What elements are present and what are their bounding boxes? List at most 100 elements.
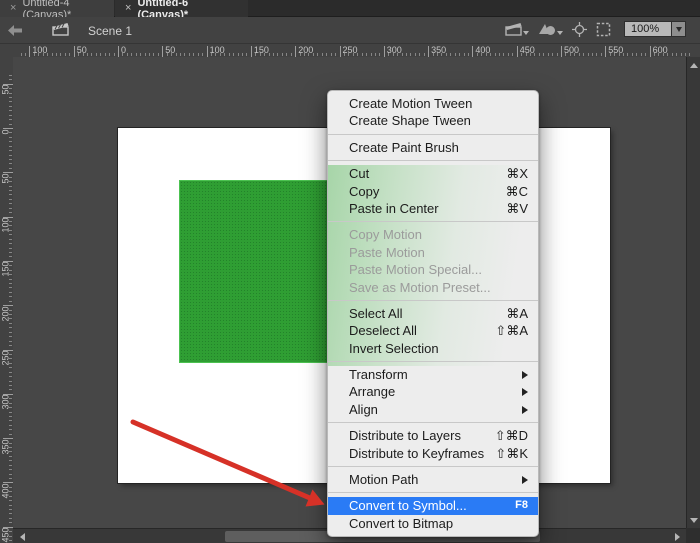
menu-item-invert-selection[interactable]: Invert Selection <box>328 340 538 357</box>
zoom-dropdown-button[interactable] <box>672 21 686 37</box>
edit-scene-button[interactable] <box>505 22 529 36</box>
tab-untitled-6[interactable]: × Untitled-6 (Canvas)* <box>115 0 248 17</box>
menu-item-label: Cut <box>349 165 369 182</box>
ruler-minor-tick <box>269 53 270 56</box>
ruler-minor-tick <box>69 53 70 56</box>
ruler-minor-tick <box>9 505 12 506</box>
ruler-minor-tick <box>9 141 12 142</box>
ruler-minor-tick <box>446 53 447 56</box>
ruler-minor-tick <box>459 53 460 56</box>
ruler-minor-tick <box>9 88 12 89</box>
ruler-minor-tick <box>43 53 44 56</box>
ruler-minor-tick <box>9 327 12 328</box>
ruler-minor-tick <box>9 447 12 448</box>
tab-untitled-4[interactable]: × Untitled-4 (Canvas)* <box>0 0 114 17</box>
edit-symbols-button[interactable] <box>538 22 563 36</box>
ruler-minor-tick <box>9 443 12 444</box>
ruler-tick <box>295 46 296 57</box>
menu-item-label: Motion Path <box>349 471 418 488</box>
ruler-minor-tick <box>534 53 535 56</box>
menu-item-arrange[interactable]: Arrange <box>328 383 538 400</box>
menu-item-convert-to-symbol[interactable]: Convert to Symbol...F8 <box>328 497 538 514</box>
ruler-minor-tick <box>477 53 478 56</box>
menu-item-label: Create Paint Brush <box>349 139 459 156</box>
ruler-minor-tick <box>348 53 349 56</box>
scroll-down-arrow-icon[interactable] <box>687 514 700 526</box>
scroll-left-arrow-icon[interactable] <box>15 529 29 543</box>
ruler-minor-tick <box>264 53 265 56</box>
ruler-minor-tick <box>570 53 571 56</box>
menu-item-label: Copy <box>349 183 379 200</box>
center-frame-icon[interactable] <box>572 22 587 37</box>
ruler-minor-tick <box>397 53 398 56</box>
ruler-minor-tick <box>238 53 239 56</box>
menu-item-create-motion-tween[interactable]: Create Motion Tween <box>328 95 538 112</box>
ruler-minor-tick <box>189 53 190 56</box>
scroll-right-arrow-icon[interactable] <box>670 529 684 543</box>
ruler-minor-tick <box>371 53 372 56</box>
ruler-minor-tick <box>9 292 12 293</box>
menu-item-label: Deselect All <box>349 322 417 339</box>
ruler-minor-tick <box>9 381 12 382</box>
menu-separator <box>328 492 538 493</box>
close-icon[interactable]: × <box>10 3 16 14</box>
ruler-minor-tick <box>38 53 39 56</box>
menu-item-copy[interactable]: Copy⌘C <box>328 183 538 200</box>
ruler-minor-tick <box>9 310 12 311</box>
ruler-minor-tick <box>21 53 22 56</box>
ruler-minor-tick <box>366 53 367 56</box>
menu-item-label: Paste Motion Special... <box>349 261 482 278</box>
ruler-minor-tick <box>9 234 12 235</box>
vertical-scrollbar[interactable] <box>686 57 700 528</box>
ruler-minor-tick <box>548 53 549 56</box>
menu-item-cut[interactable]: Cut⌘X <box>328 165 538 182</box>
ruler-minor-tick <box>9 93 12 94</box>
scene-name-label[interactable]: Scene 1 <box>88 24 132 38</box>
back-arrow-icon[interactable] <box>8 25 22 36</box>
ruler-minor-tick <box>9 367 12 368</box>
ruler-minor-tick <box>512 53 513 56</box>
ruler-tick <box>74 46 75 57</box>
ruler-minor-tick <box>158 53 159 56</box>
ruler-tick <box>207 46 208 57</box>
ruler-minor-tick <box>689 53 690 56</box>
scroll-up-arrow-icon[interactable] <box>687 59 700 71</box>
zoom-level-input[interactable]: 100% <box>624 21 672 37</box>
ruler-minor-tick <box>9 465 12 466</box>
menu-item-deselect-all[interactable]: Deselect All⇧⌘A <box>328 322 538 339</box>
menu-item-distribute-to-layers[interactable]: Distribute to Layers⇧⌘D <box>328 427 538 444</box>
ruler-minor-tick <box>441 53 442 56</box>
ruler-minor-tick <box>322 53 323 56</box>
ruler-minor-tick <box>308 53 309 56</box>
menu-separator <box>328 361 538 362</box>
menu-item-motion-path[interactable]: Motion Path <box>328 471 538 488</box>
ruler-minor-tick <box>335 53 336 56</box>
close-icon[interactable]: × <box>125 3 131 14</box>
ruler-minor-tick <box>543 53 544 56</box>
ruler-minor-tick <box>596 53 597 56</box>
ruler-minor-tick <box>623 53 624 56</box>
ruler-minor-tick <box>184 53 185 56</box>
menu-item-align[interactable]: Align <box>328 401 538 418</box>
menu-separator <box>328 422 538 423</box>
ruler-minor-tick <box>9 208 12 209</box>
ruler-minor-tick <box>9 531 12 532</box>
ruler-minor-tick <box>464 53 465 56</box>
ruler-minor-tick <box>9 225 12 226</box>
menu-item-transform[interactable]: Transform <box>328 366 538 383</box>
menu-item-convert-to-bitmap[interactable]: Convert to Bitmap <box>328 515 538 532</box>
ruler-minor-tick <box>215 53 216 56</box>
menu-item-distribute-to-keyframes[interactable]: Distribute to Keyframes⇧⌘K <box>328 445 538 462</box>
ruler-minor-tick <box>9 146 12 147</box>
ruler-minor-tick <box>9 177 12 178</box>
clip-content-icon[interactable] <box>596 22 611 37</box>
menu-item-label: Invert Selection <box>349 340 439 357</box>
menu-item-create-paint-brush[interactable]: Create Paint Brush <box>328 139 538 156</box>
menu-item-label: Arrange <box>349 383 395 400</box>
ruler-minor-tick <box>9 181 12 182</box>
menu-item-select-all[interactable]: Select All⌘A <box>328 305 538 322</box>
ruler-minor-tick <box>676 53 677 56</box>
submenu-arrow-icon <box>522 476 528 484</box>
menu-item-paste-in-center[interactable]: Paste in Center⌘V <box>328 200 538 217</box>
menu-item-create-shape-tween[interactable]: Create Shape Tween <box>328 112 538 129</box>
